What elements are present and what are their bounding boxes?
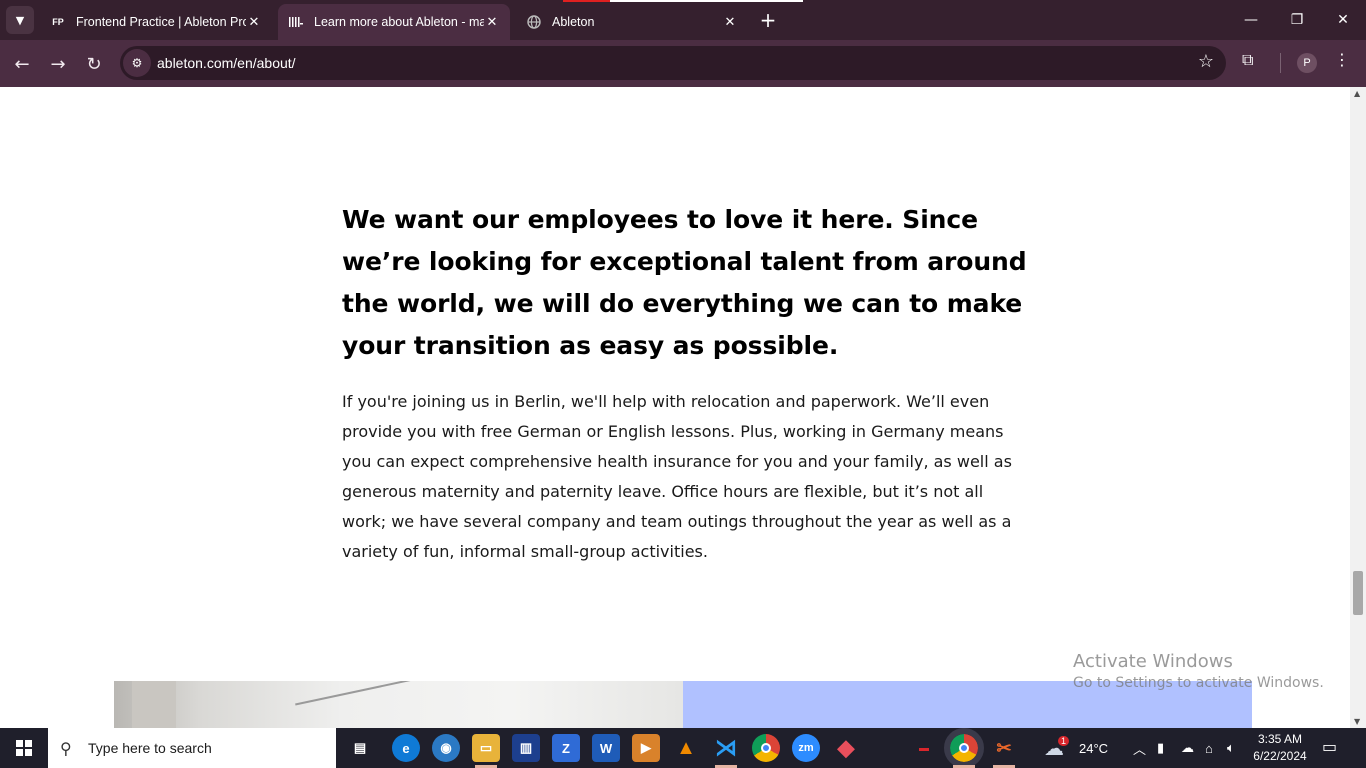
taskbar-search[interactable]: ⚲ Type here to search [48,728,336,768]
chrome-icon[interactable] [752,734,780,762]
profile-avatar[interactable]: P [1297,53,1317,73]
section-body: If you're joining us in Berlin, we'll he… [342,392,1012,561]
bookmark-star-icon[interactable]: ☆ [1198,51,1214,72]
page-viewport: We want our employees to love it here. S… [0,87,1366,728]
toolbar-divider [1280,53,1281,73]
tab-title: Ableton [552,15,595,29]
activate-windows-watermark: Activate Windows Go to Settings to activ… [1073,651,1324,691]
fp-favicon-icon: FP [52,17,64,27]
vscode-icon[interactable]: ⋊ [712,734,740,762]
file-explorer-icon[interactable]: ▭ [472,734,500,762]
taskbar-clock[interactable]: 3:35 AM 6/22/2024 [1244,731,1316,765]
site-info-button[interactable]: ⚙ [123,49,151,77]
back-button[interactable]: ← [8,50,36,78]
watermark-subtitle: Go to Settings to activate Windows. [1073,675,1324,691]
volume-icon[interactable]: 🔈︎ [1227,728,1235,768]
restore-button[interactable]: ❐ [1274,0,1320,40]
scroll-down-icon[interactable]: ▼ [1354,717,1360,726]
close-icon[interactable]: ✕ [484,14,500,30]
office-photo [114,681,683,728]
photo-column [132,681,176,728]
chevron-down-icon: ▼ [15,13,25,27]
minimize-icon: — [1244,12,1258,28]
clock-time: 3:35 AM [1257,732,1303,746]
onedrive-icon[interactable]: ☁ [1181,728,1194,768]
tab-ableton[interactable]: Ableton ✕ [516,4,748,40]
forward-button[interactable]: → [44,50,72,78]
address-bar[interactable]: ⚙ ableton.com/en/about/ ☆ [120,46,1226,80]
menu-kebab-icon[interactable]: ⋮ [1334,50,1350,69]
tray-overflow-button[interactable]: ︿ [1133,728,1146,768]
chrome-active-icon[interactable] [944,728,984,768]
windows-taskbar: ⚲ Type here to search ▤ e ◉ ▭ ▥ Z W ▶ ▲ … [0,728,1366,768]
close-icon[interactable]: ✕ [246,14,262,30]
snipping-tool-icon[interactable]: ✂ [990,734,1018,762]
battery-icon[interactable]: ▮ [1157,728,1164,768]
arrow-left-icon: ← [14,53,30,75]
watermark-title: Activate Windows [1073,651,1233,672]
extensions-puzzle-icon[interactable]: ⧉ [1242,50,1253,70]
video-player-icon[interactable]: ▶ [632,734,660,762]
tab-frontend-practice[interactable]: FP Frontend Practice | Ableton Pro ✕ [40,4,272,40]
zoom-icon[interactable]: zm [792,734,820,762]
tune-icon: ⚙ [131,56,143,70]
start-button[interactable] [0,728,48,768]
weather-badge: 1 [1058,736,1070,746]
close-window-button[interactable]: ✕ [1320,0,1366,40]
new-tab-button[interactable]: + [756,8,780,32]
tab-search-button[interactable]: ▼ [6,6,34,34]
arrow-right-icon: → [50,53,66,75]
chevron-up-icon: ︿ [1133,741,1147,757]
ableton-favicon-icon [288,14,304,30]
browser-toolbar: ← → ↻ ⚙ ableton.com/en/about/ ☆ [0,40,1366,87]
tab-strip: ▼ FP Frontend Practice | Ableton Pro ✕ L… [0,0,1366,40]
git-icon[interactable]: ◆ [832,734,860,762]
vlc-icon[interactable]: ▲ [672,734,700,762]
tab-title: Learn more about Ableton - ma [314,15,484,29]
vertical-scrollbar[interactable]: ▲ ▼ [1350,87,1366,728]
photo-beam [295,681,413,706]
windows-logo-icon [16,740,32,756]
url-text[interactable]: ableton.com/en/about/ [157,55,296,71]
restore-icon: ❐ [1290,12,1304,28]
scrollbar-thumb[interactable] [1353,571,1363,615]
task-view-icon[interactable]: ▤ [346,734,374,762]
plus-icon: + [759,8,777,32]
tab-learn-more-ableton[interactable]: Learn more about Ableton - ma ✕ [278,4,510,40]
reload-button[interactable]: ↻ [80,50,108,78]
word-icon[interactable]: W [592,734,620,762]
minimize-button[interactable]: — [1228,0,1274,40]
close-icon: ✕ [1337,12,1349,28]
camera-app-icon[interactable]: ▬ [910,734,938,762]
search-icon: ⚲ [60,738,72,758]
tab-title: Frontend Practice | Ableton Pro [76,15,246,29]
globe-icon [526,14,542,30]
edge-icon[interactable]: e [392,734,420,762]
notification-center-icon[interactable]: ▭ [1322,737,1344,759]
z-app-icon[interactable]: Z [552,734,580,762]
network-icon[interactable]: ⌂ [1205,728,1213,768]
section-heading: We want our employees to love it here. S… [342,205,1027,360]
scroll-up-icon[interactable]: ▲ [1354,89,1360,98]
close-icon[interactable]: ✕ [722,14,738,30]
winrar-icon[interactable]: ▥ [512,734,540,762]
reload-icon: ↻ [86,53,102,75]
media-app-icon[interactable]: ◉ [432,734,460,762]
loading-bar [563,0,803,2]
weather-temp: 24°C [1079,740,1109,756]
search-placeholder: Type here to search [88,740,212,756]
weather-widget[interactable]: ☁ 1 24°C [1044,728,1108,768]
clock-date: 6/22/2024 [1253,749,1307,763]
